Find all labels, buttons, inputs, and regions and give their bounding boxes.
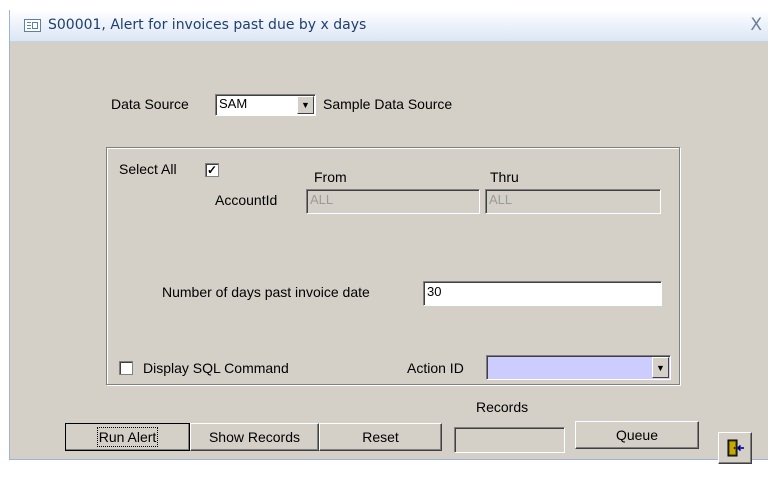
days-input[interactable]: 30 — [423, 281, 662, 306]
title-bar[interactable]: S00001, Alert for invoices past due by x… — [10, 10, 768, 42]
form-window: S00001, Alert for invoices past due by x… — [9, 10, 768, 464]
show-records-button[interactable]: Show Records — [190, 423, 319, 451]
from-header: From — [314, 169, 347, 185]
records-field — [454, 427, 565, 453]
display-sql-checkbox[interactable] — [119, 361, 133, 375]
queue-button[interactable]: Queue — [575, 421, 699, 449]
form-icon — [24, 19, 41, 32]
days-label: Number of days past invoice date — [162, 284, 370, 300]
action-id-combo[interactable]: ▼ — [486, 355, 671, 380]
action-id-label: Action ID — [407, 360, 464, 376]
data-source-label: Data Source — [111, 96, 189, 112]
display-sql-label: Display SQL Command — [143, 360, 289, 376]
records-label: Records — [476, 399, 529, 415]
run-alert-label: Run Alert — [96, 427, 159, 447]
account-id-label: AccountId — [215, 192, 278, 208]
thru-header: Thru — [490, 169, 519, 185]
exit-button[interactable] — [718, 432, 752, 464]
data-source-combo[interactable]: SAM ▼ — [215, 94, 316, 116]
account-thru-field[interactable]: ALL — [485, 189, 661, 214]
select-all-label: Select All — [119, 161, 177, 177]
chevron-down-icon[interactable]: ▼ — [297, 96, 314, 114]
account-from-field[interactable]: ALL — [306, 189, 480, 214]
close-icon[interactable]: X — [750, 15, 762, 35]
window-title: S00001, Alert for invoices past due by x… — [48, 17, 367, 33]
data-source-description: Sample Data Source — [323, 96, 453, 112]
chevron-down-icon[interactable]: ▼ — [652, 357, 669, 378]
run-alert-button[interactable]: Run Alert — [65, 423, 190, 451]
reset-button[interactable]: Reset — [319, 423, 442, 451]
data-source-value: SAM — [219, 96, 248, 111]
exit-door-icon — [727, 439, 744, 457]
select-all-checkbox[interactable]: ✓ — [205, 163, 219, 177]
filter-group: Select All ✓ From Thru AccountId ALL ALL… — [106, 147, 680, 385]
